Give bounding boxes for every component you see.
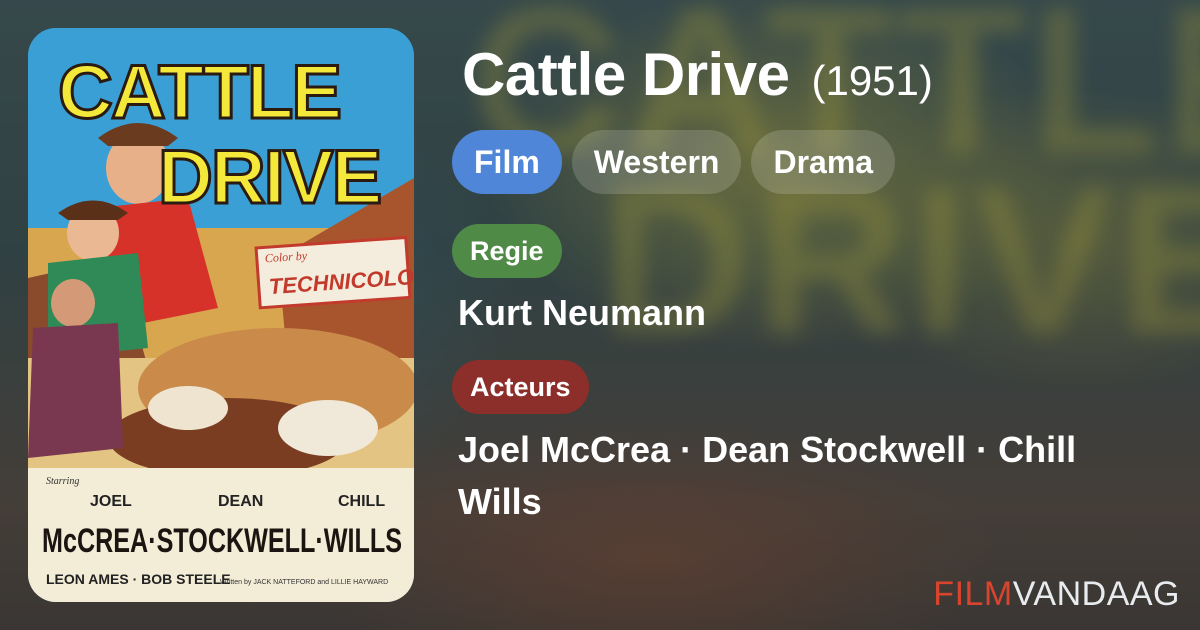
poster-artwork: Color by TECHNICOLOR CATTLE DRIVE Starri… (28, 28, 414, 602)
genre-tags: Film Western Drama (452, 130, 896, 194)
poster-title-line2: DRIVE (158, 135, 380, 220)
movie-poster[interactable]: Color by TECHNICOLOR CATTLE DRIVE Starri… (28, 28, 414, 602)
poster-starring: Starring (46, 476, 79, 487)
poster-first-name: CHILL (338, 493, 385, 510)
actors-label-badge: Acteurs (452, 360, 589, 414)
director-name[interactable]: Kurt Neumann (458, 287, 706, 339)
movie-title: Cattle Drive (462, 41, 790, 108)
actors-list[interactable]: Joel McCrea · Dean Stockwell · Chill Wil… (458, 424, 1158, 528)
tag-drama[interactable]: Drama (751, 130, 896, 194)
logo-film: FILM (933, 575, 1013, 613)
movie-year: (1951) (811, 57, 933, 104)
filmvandaag-logo[interactable]: FILMVANDAAG (933, 575, 1180, 614)
tag-film[interactable]: Film (452, 130, 562, 194)
poster-color-by: Color by (264, 248, 308, 265)
poster-supporting-cast: LEON AMES · BOB STEELE (46, 571, 231, 587)
poster-title-line1: CATTLE (58, 50, 340, 135)
poster-first-name: DEAN (218, 493, 263, 510)
title-row: Cattle Drive (1951) (462, 40, 933, 109)
director-label-badge: Regie (452, 224, 562, 278)
logo-vandaag: VANDAAG (1012, 575, 1180, 613)
poster-star-names: McCREA·STOCKWELL·WILLS (42, 522, 402, 560)
tag-western[interactable]: Western (571, 130, 742, 194)
poster-first-name: JOEL (90, 493, 132, 510)
poster-writers: Written by JACK NATTEFORD and LILLIE HAY… (220, 579, 388, 586)
